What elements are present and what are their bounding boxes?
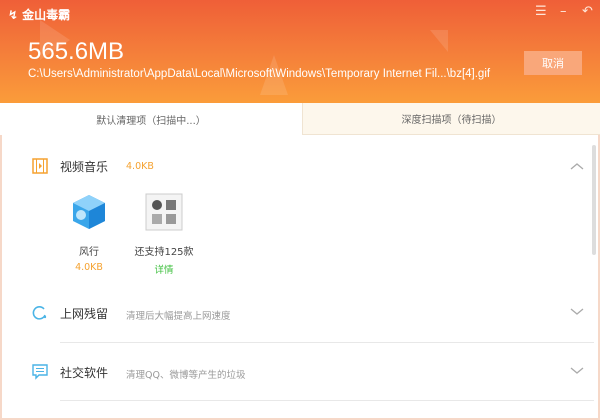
cancel-button[interactable]: 取消 (524, 51, 582, 75)
chat-icon (32, 364, 48, 380)
app-name: 还支持125款 (134, 247, 194, 258)
minimize-icon[interactable]: – (560, 4, 567, 19)
section-subtitle: 清理QQ、微博等产生的垃圾 (126, 370, 246, 381)
film-icon (32, 158, 48, 174)
menu-icon[interactable]: ☰ (535, 4, 547, 19)
app-item-more[interactable]: 还支持125款 详情 (129, 193, 199, 276)
fengxing-app-icon (73, 195, 105, 229)
divider (60, 400, 594, 401)
details-link[interactable]: 详情 (129, 262, 199, 276)
logo-icon: ↯ (8, 7, 19, 22)
tab-deep-scan[interactable]: 深度扫描项（待扫描） (302, 103, 600, 135)
app-logo: ↯ 金山毒霸 (8, 6, 70, 23)
app-item-fengxing[interactable]: 风行 4.0KB (54, 193, 124, 273)
scanned-size: 565.6MB (28, 38, 125, 65)
tab-bar: 默认清理项（扫描中...） 深度扫描项（待扫描） (0, 103, 600, 135)
current-scan-path: C:\Users\Administrator\AppData\Local\Mic… (28, 68, 491, 80)
refresh-icon (32, 306, 47, 320)
more-apps-icon (145, 193, 183, 231)
app-size: 4.0KB (75, 262, 103, 273)
scrollbar[interactable] (592, 145, 596, 255)
chevron-up-icon[interactable] (570, 161, 584, 171)
section-title: 社交软件 (60, 366, 109, 380)
section-size: 4.0KB (126, 161, 154, 172)
header: ↯ 金山毒霸 ☰ – ↶ 565.6MB C:\Users\Administrat… (0, 0, 600, 104)
tab-default-clean[interactable]: 默认清理项（扫描中...） (0, 103, 302, 135)
close-icon[interactable]: ↶ (582, 4, 593, 19)
section-title: 上网残留 (60, 307, 109, 321)
chevron-down-icon[interactable] (570, 307, 584, 317)
chevron-down-icon[interactable] (570, 366, 584, 376)
section-subtitle: 清理后大幅提高上网速度 (126, 311, 231, 322)
app-name: 风行 (79, 247, 99, 258)
section-title: 视频音乐 (60, 160, 109, 174)
divider (60, 342, 594, 343)
app-title: 金山毒霸 (22, 8, 71, 22)
scan-results: 视频音乐 4.0KB 风行 4.0KB 还支持125款 详情 上网残留 清理后大… (0, 135, 600, 420)
